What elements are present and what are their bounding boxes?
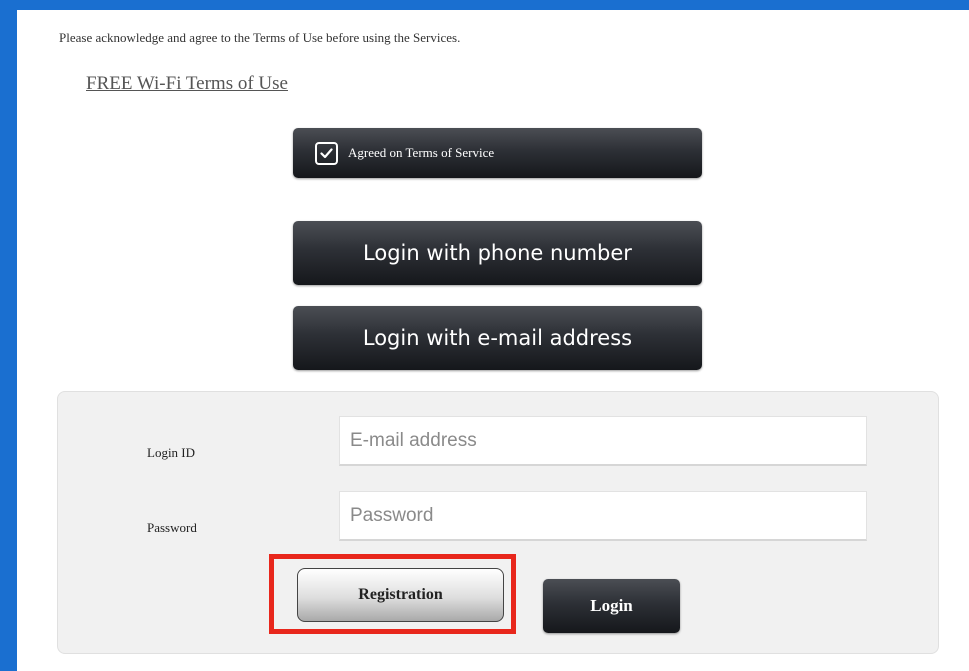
registration-button[interactable]: Registration bbox=[297, 568, 504, 622]
login-with-phone-button[interactable]: Login with phone number bbox=[293, 221, 702, 285]
login-form-panel: Login ID Password Registration Login bbox=[57, 391, 939, 654]
agree-terms-label: Agreed on Terms of Service bbox=[348, 145, 495, 160]
intro-text: Please acknowledge and agree to the Term… bbox=[59, 30, 461, 45]
login-id-input[interactable] bbox=[339, 416, 867, 466]
agree-terms-button[interactable]: Agreed on Terms of Service bbox=[293, 128, 702, 178]
password-label: Password bbox=[147, 520, 197, 535]
page-content: Please acknowledge and agree to the Term… bbox=[17, 10, 969, 671]
password-input[interactable] bbox=[339, 491, 867, 541]
login-button[interactable]: Login bbox=[543, 579, 680, 633]
login-id-label: Login ID bbox=[147, 445, 196, 460]
terms-of-use-link[interactable]: FREE Wi-Fi Terms of Use bbox=[86, 73, 288, 95]
checkbox-checked-icon[interactable] bbox=[315, 141, 338, 165]
login-with-email-button[interactable]: Login with e-mail address bbox=[293, 306, 702, 370]
